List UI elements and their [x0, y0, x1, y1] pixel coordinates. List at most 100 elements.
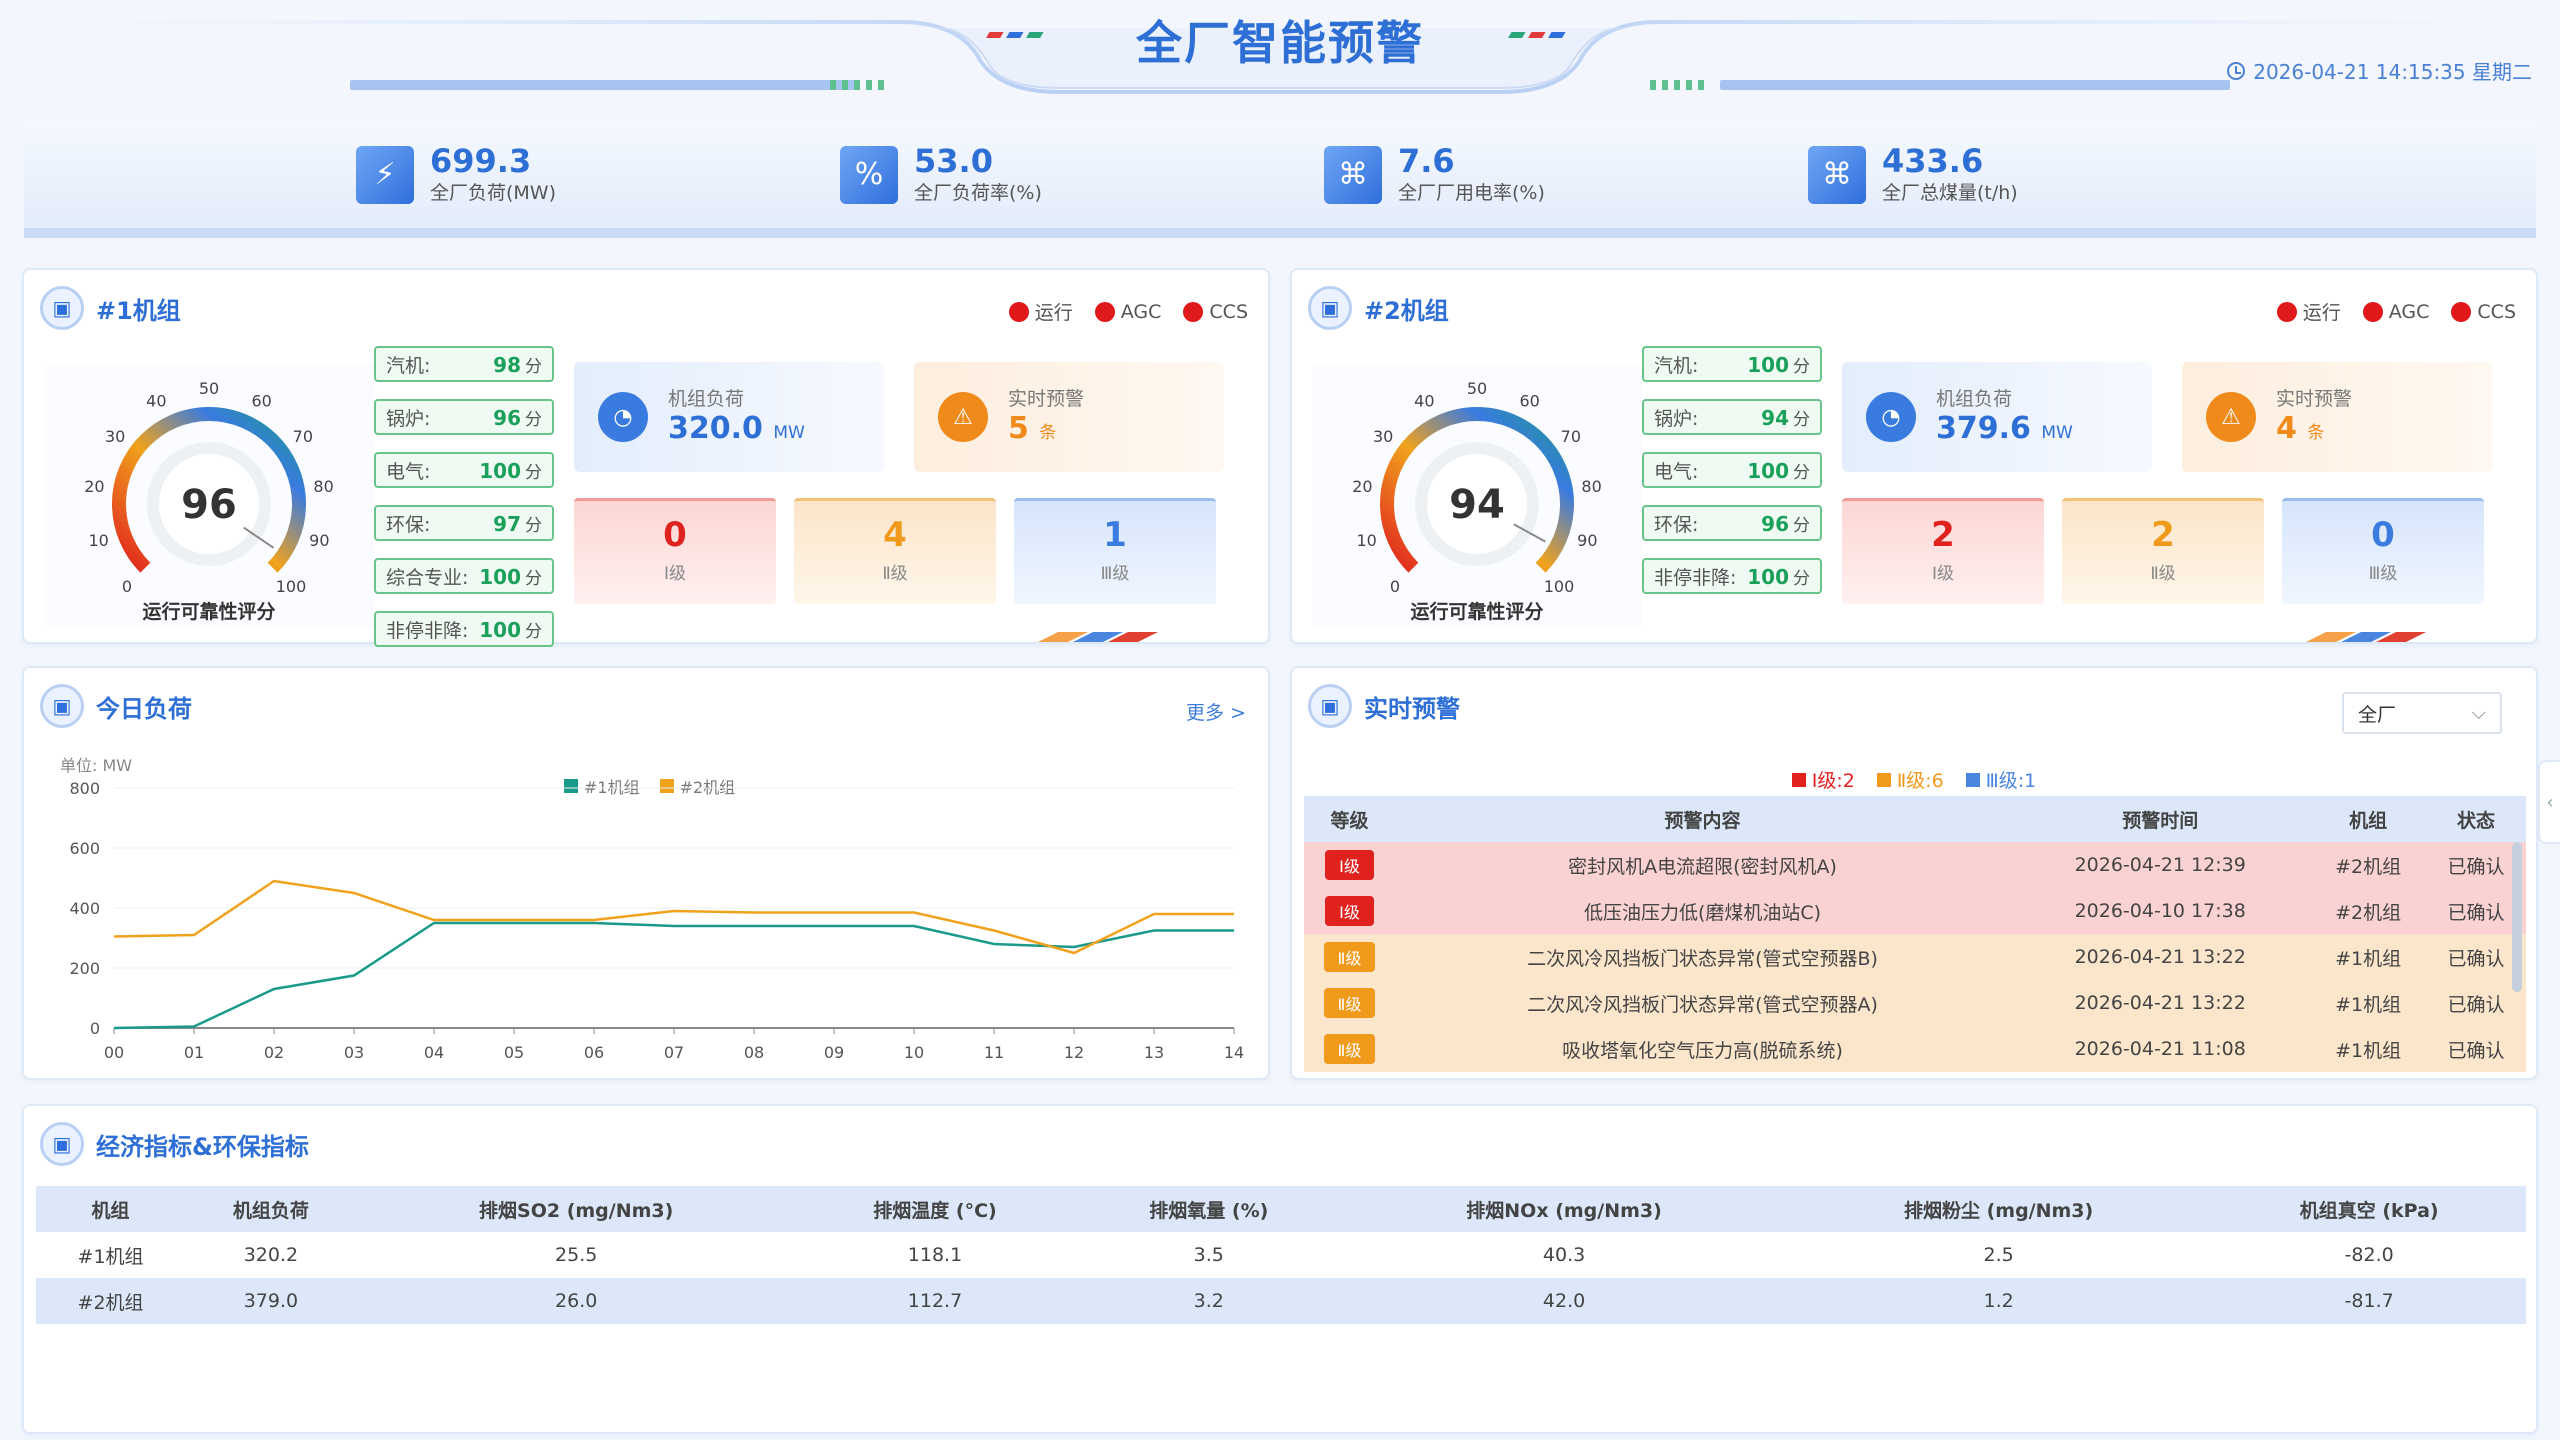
alert-legend-item: Ⅰ级:2 — [1791, 766, 1855, 793]
score-name: 综合专业: — [386, 566, 469, 589]
x-tick-label: 06 — [584, 1043, 604, 1062]
reliability-gauge: 0 10 20 30 40 50 60 70 80 90 100 96 运行可靠性评分 — [44, 364, 374, 628]
level-label: Ⅰ级 — [1931, 564, 1954, 584]
score-value: 94 分 — [1761, 405, 1810, 430]
card-label: 实时预警 — [1008, 387, 1085, 410]
panel-corner-decoration — [2306, 632, 2426, 642]
status-dot — [1008, 301, 1029, 322]
score-value: 100 分 — [479, 617, 542, 642]
status-dot — [2276, 301, 2297, 322]
card-label: 实时预警 — [2276, 387, 2353, 410]
alert-scrollbar[interactable] — [2512, 842, 2522, 992]
alert-status: 已确认 — [2447, 901, 2505, 924]
y-tick-label: 600 — [69, 839, 100, 858]
score-item: 汽机: 98 分 — [374, 346, 554, 382]
table-cell: 42.0 — [1542, 1290, 1586, 1312]
alert-row[interactable]: Ⅰ级 低压油压力低(磨煤机油站C) 2026-04-10 17:38 #2机组 已确认 — [1304, 888, 2526, 934]
level-3-card[interactable]: 1 Ⅲ级 — [1014, 498, 1216, 604]
alert-unit: #1机组 — [2335, 1039, 2402, 1062]
gauge-tick-label: 10 — [1356, 531, 1376, 550]
series-line-2 — [113, 879, 1234, 955]
reliability-gauge: 0 10 20 30 40 50 60 70 80 90 100 94 运行可靠性评分 — [1312, 364, 1642, 628]
y-tick-label: 400 — [69, 899, 100, 918]
x-tick-label: 13 — [1144, 1043, 1164, 1062]
score-item: 锅炉: 94 分 — [1642, 399, 1822, 435]
table-cell: 320.2 — [243, 1244, 299, 1266]
unit-load-card: ◔ 机组负荷 320.0 MW — [574, 362, 884, 472]
score-value: 100 分 — [1747, 352, 1810, 377]
gauge-tick-label: 100 — [276, 577, 307, 596]
realtime-alert-card[interactable]: ⚠ 实时预警 5 条 — [914, 362, 1224, 472]
alert-unit: #1机组 — [2335, 947, 2402, 970]
panel-title: #2机组 — [1364, 296, 1449, 325]
level-count: 4 — [883, 515, 907, 555]
level-3-card[interactable]: 0 Ⅲ级 — [2282, 498, 2484, 604]
level-1-card[interactable]: 2 Ⅰ级 — [1842, 498, 2044, 604]
alert-row[interactable]: Ⅰ级 密封风机A电流超限(密封风机A) 2026-04-21 12:39 #2机组 已确… — [1304, 842, 2526, 888]
x-tick-label: 07 — [664, 1043, 684, 1062]
speedometer-icon: ◔ — [598, 392, 648, 442]
level-1-card[interactable]: 0 Ⅰ级 — [574, 498, 776, 604]
card-value: 320.0 MW — [668, 410, 805, 446]
alert-unit: #2机组 — [2335, 901, 2402, 924]
series-line-1 — [113, 921, 1234, 1030]
gauge-tick-label: 10 — [88, 531, 108, 550]
gauge-tick-label: 80 — [1581, 477, 1601, 496]
x-tick-label: 08 — [744, 1043, 764, 1062]
gauge-tick-label: 60 — [251, 392, 271, 411]
level-2-card[interactable]: 4 Ⅱ级 — [794, 498, 996, 604]
level-cell: Ⅱ级 — [1304, 980, 1395, 1026]
datetime: 2026-04-21 14:15:35 星期二 — [2227, 56, 2532, 85]
table-cell: 118.1 — [907, 1244, 963, 1266]
clock-icon — [2227, 61, 2246, 80]
score-item: 综合专业: 100 分 — [374, 558, 554, 594]
table-cell: 2.5 — [1983, 1244, 2014, 1266]
gauge-tick-label: 30 — [1373, 427, 1393, 446]
realtime-alert-card[interactable]: ⚠ 实时预警 4 条 — [2182, 362, 2492, 472]
eco-panel: ▣ 经济指标&环保指标 机组 机组负荷 排烟SO2 (mg/Nm3) 排烟温度 (°C… — [22, 1104, 2538, 1434]
gauge-tick-label: 40 — [146, 392, 166, 411]
status-agc: AGC — [2362, 298, 2429, 325]
table-cell: 3.2 — [1193, 1290, 1224, 1312]
datetime-text: 2026-04-21 14:15:35 星期二 — [2253, 60, 2532, 84]
panel-icon: ▣ — [1308, 684, 1352, 728]
level-tag: Ⅱ级 — [1323, 1034, 1376, 1064]
column-header: 排烟温度 (°C) — [795, 1186, 1075, 1232]
alert-row[interactable]: Ⅱ级 吸收塔氧化空气压力高(脱硫系统) 2026-04-21 11:08 #1机组 已确… — [1304, 1026, 2526, 1072]
more-link[interactable]: 更多 > — [1186, 698, 1246, 725]
chevron-down-icon: ⌵ — [2471, 702, 2486, 724]
side-collapse-tab[interactable]: ‹ — [2538, 760, 2560, 844]
alert-content: 二次风冷风挡板门状态异常(管式空预器B) — [1527, 947, 1878, 970]
level-count: 0 — [663, 515, 687, 555]
score-name: 锅炉: — [386, 407, 431, 430]
panel-header: ▣ 实时预警 — [1308, 684, 1460, 728]
alarm-icon: ⚠ — [2206, 392, 2256, 442]
score-item: 非停非降: 100 分 — [374, 611, 554, 647]
table-cell: 26.0 — [555, 1290, 598, 1312]
table-row: #2机组 379.0 26.0 112.7 3.2 42.0 1.2 -81.7 — [36, 1278, 2526, 1324]
status-dot — [2451, 301, 2472, 322]
level-2-card[interactable]: 2 Ⅱ级 — [2062, 498, 2264, 604]
plant-filter-select[interactable]: 全厂 ⌵ — [2342, 692, 2502, 734]
score-list: 汽机: 98 分锅炉: 96 分电气: 100 分环保: 97 分综合专业: 100 分非停非降: 1… — [374, 346, 554, 664]
unit-status-row: 运行 AGC CCS — [1008, 298, 1248, 325]
kpi-coal: ⌘ 433.6 全厂总煤量(t/h) — [1808, 144, 2018, 205]
page-title: 全厂智能预警 — [1136, 16, 1424, 70]
score-item: 锅炉: 96 分 — [374, 399, 554, 435]
level-tag: Ⅰ级 — [1325, 896, 1374, 926]
kpi-strip: ⚡ 699.3 全厂负荷(MW) % 53.0 全厂负荷率(%) ⌘ 7.6 全厂厂用… — [24, 118, 2536, 238]
eco-table: 机组 机组负荷 排烟SO2 (mg/Nm3) 排烟温度 (°C) 排烟氧量 (%) 排烟N… — [36, 1186, 2526, 1324]
alert-row[interactable]: Ⅱ级 二次风冷风挡板门状态异常(管式空预器B) 2026-04-21 13:22 #1… — [1304, 934, 2526, 980]
card-value: 4 条 — [2276, 410, 2325, 446]
status-ccs: CCS — [2451, 298, 2516, 325]
column-header: 机组真空 (kPa) — [2212, 1186, 2526, 1232]
alert-status: 已确认 — [2447, 993, 2505, 1016]
level-cell: Ⅱ级 — [1304, 1026, 1395, 1072]
alert-row[interactable]: Ⅱ级 二次风冷风挡板门状态异常(管式空预器A) 2026-04-21 13:22 #1… — [1304, 980, 2526, 1026]
panel-icon: ▣ — [40, 286, 84, 330]
status-agc: AGC — [1094, 298, 1161, 325]
unit-status-row: 运行 AGC CCS — [2276, 298, 2516, 325]
status-dot — [1094, 301, 1115, 322]
status-dot — [1183, 301, 1204, 322]
score-value: 96 分 — [493, 405, 542, 430]
